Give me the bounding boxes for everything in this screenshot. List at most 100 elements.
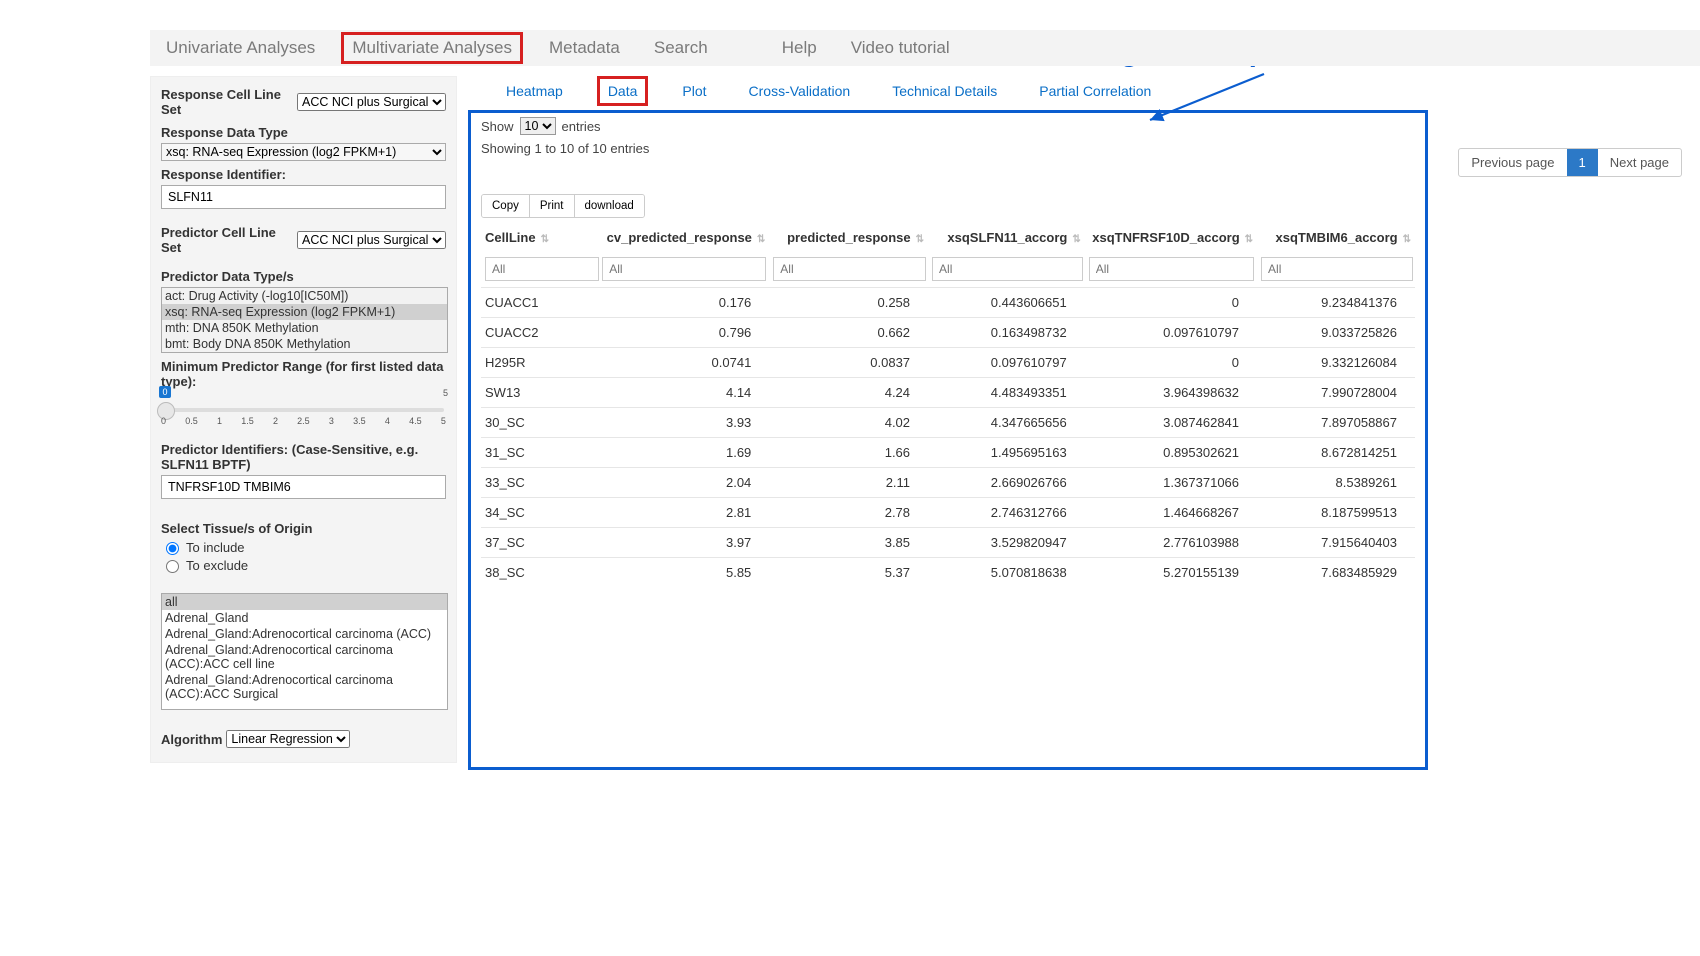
- download-button[interactable]: download: [575, 195, 644, 217]
- col-CellLine[interactable]: CellLine⇅: [481, 224, 598, 251]
- table-row: CUACC20.7960.6620.1634987320.0976107979.…: [481, 318, 1415, 348]
- cell-CellLine: 30_SC: [481, 408, 598, 438]
- cell-xsqSLFN11_accorg: 2.669026766: [928, 468, 1085, 498]
- filter-predicted_response[interactable]: [773, 257, 926, 281]
- cell-xsqTMBIM6_accorg: 9.033725826: [1257, 318, 1415, 348]
- cell-xsqTNFRSF10D_accorg: 1.367371066: [1085, 468, 1257, 498]
- min-range-label: Minimum Predictor Range (for first liste…: [161, 359, 446, 389]
- tab-cross-validation[interactable]: Cross-Validation: [741, 79, 859, 103]
- slider-tick: 3: [329, 416, 334, 426]
- table-row: 38_SC5.855.375.0708186385.2701551397.683…: [481, 558, 1415, 588]
- next-page-button[interactable]: Next page: [1598, 149, 1681, 176]
- tab-technical-details[interactable]: Technical Details: [884, 79, 1005, 103]
- tissue-label: Select Tissue/s of Origin: [161, 521, 446, 536]
- print-button[interactable]: Print: [530, 195, 575, 217]
- predictor-cellline-select[interactable]: ACC NCI plus Surgical: [297, 231, 446, 249]
- filter-xsqTNFRSF10D_accorg[interactable]: [1089, 257, 1254, 281]
- response-datatype-label: Response Data Type: [161, 125, 446, 140]
- predictor-type-option[interactable]: xsq: RNA-seq Expression (log2 FPKM+1): [162, 304, 447, 320]
- cell-cv_predicted_response: 0.796: [598, 318, 769, 348]
- cell-cv_predicted_response: 0.0741: [598, 348, 769, 378]
- cell-xsqTNFRSF10D_accorg: 1.464668267: [1085, 498, 1257, 528]
- tissue-exclude-radio[interactable]: [166, 560, 179, 573]
- slider-tick: 0: [161, 416, 166, 426]
- cell-CellLine: 34_SC: [481, 498, 598, 528]
- cell-cv_predicted_response: 0.176: [598, 288, 769, 318]
- response-identifier-input[interactable]: [161, 185, 446, 209]
- results-table: CellLine⇅cv_predicted_response⇅predicted…: [481, 224, 1415, 587]
- slider-track: [163, 408, 444, 412]
- nav-multivariate-analyses[interactable]: Multivariate Analyses: [341, 32, 523, 64]
- slider-tick: 3.5: [353, 416, 366, 426]
- col-xsqTMBIM6_accorg[interactable]: xsqTMBIM6_accorg⇅: [1257, 224, 1415, 251]
- pager: Previous page 1 Next page: [1458, 148, 1682, 177]
- col-xsqSLFN11_accorg[interactable]: xsqSLFN11_accorg⇅: [928, 224, 1085, 251]
- response-datatype-select[interactable]: xsq: RNA-seq Expression (log2 FPKM+1): [161, 143, 446, 161]
- col-cv_predicted_response[interactable]: cv_predicted_response⇅: [598, 224, 769, 251]
- prev-page-button[interactable]: Previous page: [1459, 149, 1566, 176]
- cell-xsqSLFN11_accorg: 0.163498732: [928, 318, 1085, 348]
- entries-label: entries: [562, 119, 601, 134]
- predictor-datatypes-listbox[interactable]: act: Drug Activity (-log10[IC50M])xsq: R…: [161, 287, 448, 353]
- tab-plot[interactable]: Plot: [674, 79, 714, 103]
- tissue-option[interactable]: Adrenal_Gland:Adrenocortical carcinoma (…: [162, 672, 447, 702]
- predictor-type-option[interactable]: mth: DNA 850K Methylation: [162, 320, 447, 336]
- algorithm-select[interactable]: Linear Regression: [226, 730, 350, 748]
- predictor-type-option[interactable]: bmt: Body DNA 850K Methylation: [162, 336, 447, 352]
- cell-predicted_response: 4.02: [769, 408, 928, 438]
- cell-xsqTNFRSF10D_accorg: 3.087462841: [1085, 408, 1257, 438]
- current-page[interactable]: 1: [1567, 149, 1598, 176]
- sort-icon: ⇅: [757, 234, 765, 245]
- tissue-exclude-text: To exclude: [186, 558, 248, 573]
- copy-button[interactable]: Copy: [482, 195, 530, 217]
- slider-end-label: 5: [443, 388, 448, 398]
- tissue-option[interactable]: Adrenal_Gland:Adrenocortical carcinoma (…: [162, 626, 447, 642]
- cell-cv_predicted_response: 3.97: [598, 528, 769, 558]
- tissue-listbox[interactable]: allAdrenal_GlandAdrenal_Gland:Adrenocort…: [161, 593, 448, 710]
- predictor-ids-input[interactable]: [161, 475, 446, 499]
- filter-xsqSLFN11_accorg[interactable]: [932, 257, 1083, 281]
- cell-CellLine: 38_SC: [481, 558, 598, 588]
- predictor-cellline-label: Predictor Cell Line Set: [161, 225, 293, 255]
- nav-search[interactable]: Search: [646, 35, 716, 61]
- predictor-type-option[interactable]: act: Drug Activity (-log10[IC50M]): [162, 288, 447, 304]
- nav-univariate-analyses[interactable]: Univariate Analyses: [158, 35, 323, 61]
- filter-CellLine[interactable]: [485, 257, 599, 281]
- cell-cv_predicted_response: 1.69: [598, 438, 769, 468]
- table-info: Showing 1 to 10 of 10 entries: [481, 141, 1415, 156]
- nav-help[interactable]: Help: [774, 35, 825, 61]
- cell-xsqSLFN11_accorg: 0.443606651: [928, 288, 1085, 318]
- cell-CellLine: 31_SC: [481, 438, 598, 468]
- cell-predicted_response: 3.85: [769, 528, 928, 558]
- filter-xsqTMBIM6_accorg[interactable]: [1261, 257, 1413, 281]
- nav-metadata[interactable]: Metadata: [541, 35, 628, 61]
- min-range-slider[interactable]: 0 5 00.511.522.533.544.55: [161, 392, 446, 436]
- cell-xsqSLFN11_accorg: 4.483493351: [928, 378, 1085, 408]
- nav-video-tutorial[interactable]: Video tutorial: [843, 35, 958, 61]
- entries-select[interactable]: 10: [520, 117, 556, 135]
- tab-partial-correlation[interactable]: Partial Correlation: [1031, 79, 1159, 103]
- table-row: 31_SC1.691.661.4956951630.8953026218.672…: [481, 438, 1415, 468]
- algorithm-label: Algorithm: [161, 732, 222, 747]
- tab-data[interactable]: Data: [597, 76, 649, 106]
- table-header-row: CellLine⇅cv_predicted_response⇅predicted…: [481, 224, 1415, 251]
- sort-icon: ⇅: [1245, 234, 1253, 245]
- response-cellline-select[interactable]: ACC NCI plus Surgical: [297, 93, 446, 111]
- filter-cv_predicted_response[interactable]: [602, 257, 766, 281]
- tissue-include-radio[interactable]: [166, 542, 179, 555]
- cell-xsqTMBIM6_accorg: 7.915640403: [1257, 528, 1415, 558]
- response-cellline-label: Response Cell Line Set: [161, 87, 293, 117]
- tissue-option[interactable]: all: [162, 594, 447, 610]
- col-predicted_response[interactable]: predicted_response⇅: [769, 224, 928, 251]
- slider-tick: 0.5: [185, 416, 198, 426]
- tissue-option[interactable]: Adrenal_Gland:Adrenocortical carcinoma (…: [162, 642, 447, 672]
- cell-cv_predicted_response: 2.04: [598, 468, 769, 498]
- cell-xsqTNFRSF10D_accorg: 0: [1085, 348, 1257, 378]
- slider-tick: 2: [273, 416, 278, 426]
- cell-xsqSLFN11_accorg: 1.495695163: [928, 438, 1085, 468]
- col-xsqTNFRSF10D_accorg[interactable]: xsqTNFRSF10D_accorg⇅: [1085, 224, 1257, 251]
- cell-xsqTNFRSF10D_accorg: 2.776103988: [1085, 528, 1257, 558]
- tissue-option[interactable]: Adrenal_Gland: [162, 610, 447, 626]
- tab-heatmap[interactable]: Heatmap: [498, 79, 571, 103]
- cell-xsqTMBIM6_accorg: 7.990728004: [1257, 378, 1415, 408]
